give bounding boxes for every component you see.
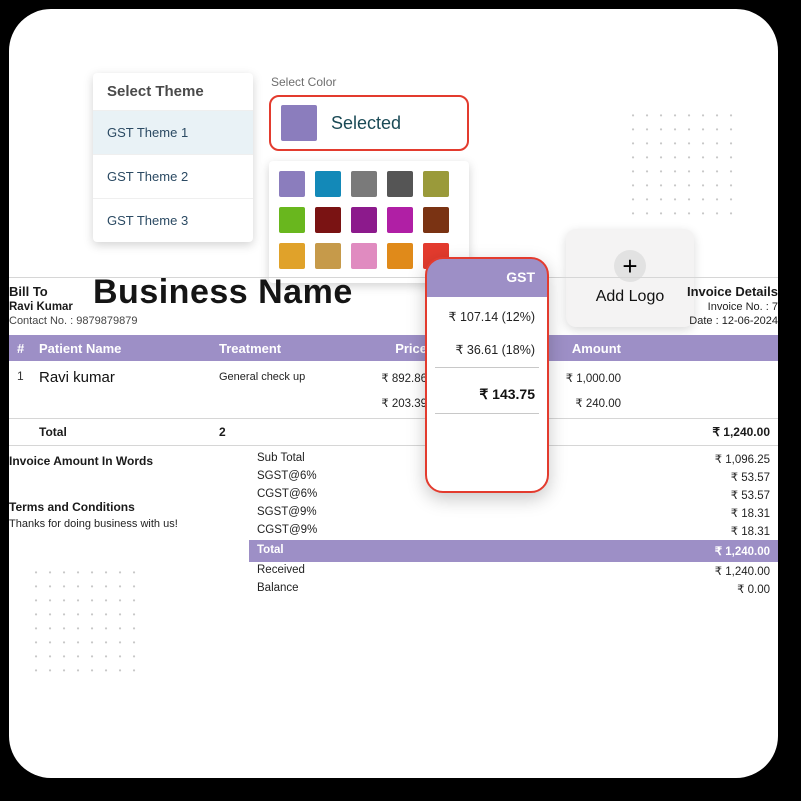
color-swatch[interactable]	[315, 207, 341, 233]
color-swatch[interactable]	[423, 207, 449, 233]
color-swatch[interactable]	[351, 243, 377, 269]
color-swatch[interactable]	[387, 171, 413, 197]
col-treatment: Treatment	[219, 341, 339, 356]
color-swatch[interactable]	[279, 243, 305, 269]
invoice: Bill To Ravi Kumar Contact No. : 9879879…	[9, 273, 778, 598]
theme-header: Select Theme	[93, 73, 253, 110]
gst-head: GST	[427, 259, 547, 297]
palette-row-0	[279, 171, 459, 197]
gst-line-1: ₹ 107.14 (12%)	[427, 297, 547, 324]
customer-contact: Contact No. : 9879879879	[9, 315, 137, 327]
table-row: 1 Ravi kumar General check up ₹ 892.86 ₹…	[9, 361, 778, 394]
customer-name: Ravi Kumar	[9, 301, 137, 313]
palette-row-1	[279, 207, 459, 233]
theme-item-1[interactable]: GST Theme 1	[93, 110, 253, 154]
invoice-no: Invoice No. : 7	[687, 301, 778, 313]
color-swatch[interactable]	[315, 243, 341, 269]
gst-highlight-overlay: GST ₹ 107.14 (12%) ₹ 36.61 (18%) ₹ 143.7…	[425, 257, 549, 493]
selected-swatch	[281, 105, 317, 141]
table-row: ₹ 203.39 ₹ 240.00	[9, 394, 778, 418]
color-swatch[interactable]	[279, 171, 305, 197]
color-swatch[interactable]	[387, 207, 413, 233]
gst-total: ₹ 143.75	[427, 368, 547, 403]
terms-body: Thanks for doing business with us!	[9, 518, 249, 530]
theme-item-2[interactable]: GST Theme 2	[93, 154, 253, 198]
gst-line-2: ₹ 36.61 (18%)	[427, 324, 547, 357]
col-patient: Patient Name	[39, 341, 219, 356]
color-swatch[interactable]	[351, 207, 377, 233]
table-total-row: Total 2 ₹ 1,240.00	[9, 418, 778, 446]
selected-color-text: Selected	[331, 113, 401, 134]
theme-item-3[interactable]: GST Theme 3	[93, 198, 253, 242]
color-label: Select Color	[269, 73, 469, 95]
color-section: Select Color Selected	[269, 73, 469, 283]
col-amount: Amount	[537, 341, 629, 356]
selected-color[interactable]: Selected	[269, 95, 469, 151]
color-swatch[interactable]	[387, 243, 413, 269]
table-head: # Patient Name Treatment Price Amount	[9, 335, 778, 361]
terms-title: Terms and Conditions	[9, 500, 249, 514]
color-swatch[interactable]	[423, 171, 449, 197]
invoice-details-title: Invoice Details	[687, 284, 778, 299]
invoice-date: Date : 12-06-2024	[687, 315, 778, 327]
col-price: Price	[339, 341, 427, 356]
col-index: #	[9, 341, 39, 356]
color-swatch[interactable]	[351, 171, 377, 197]
color-swatch[interactable]	[279, 207, 305, 233]
theme-panel: Select Theme GST Theme 1 GST Theme 2 GST…	[93, 73, 253, 242]
bill-to-title: Bill To	[9, 284, 137, 299]
color-swatch[interactable]	[315, 171, 341, 197]
amount-in-words-label: Invoice Amount In Words	[9, 454, 249, 468]
